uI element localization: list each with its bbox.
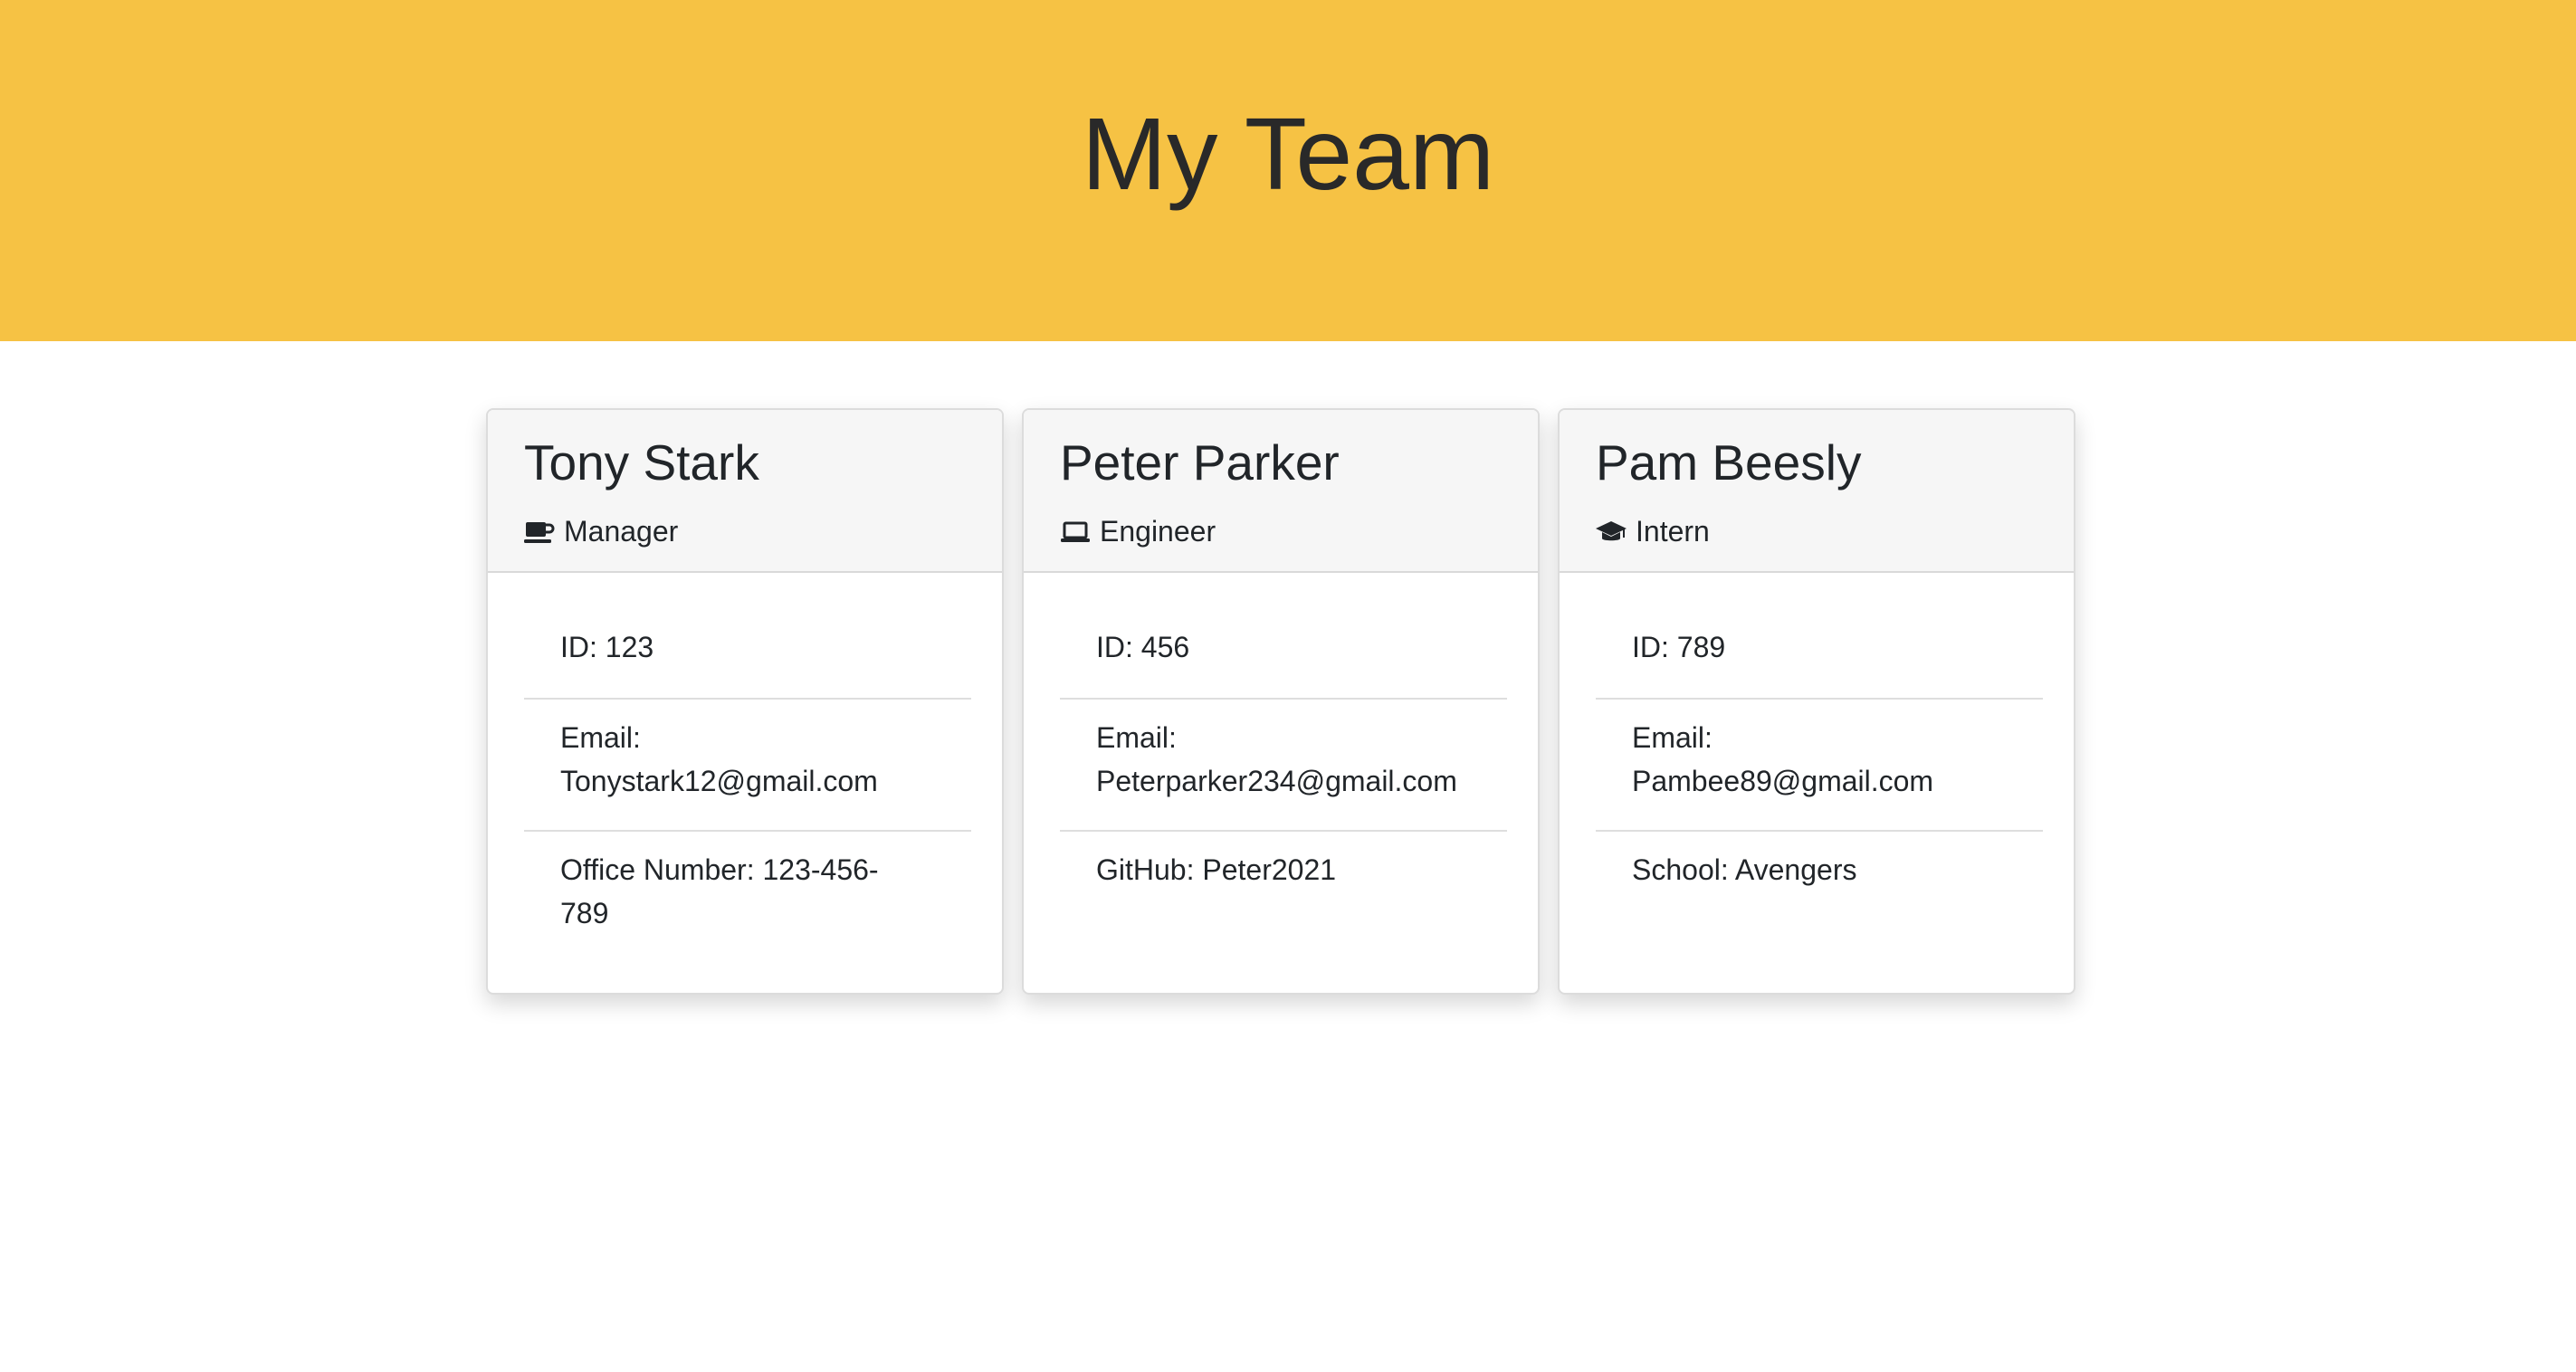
list-item: ID: 456 xyxy=(1060,609,1507,700)
email-label: Email: xyxy=(560,721,641,754)
list-item: Office Number: 123-456- 789 xyxy=(524,832,971,949)
github-username[interactable]: GitHub: Peter2021 xyxy=(1096,848,1471,891)
email-label: Email: xyxy=(1632,721,1713,754)
list-item: School: Avengers xyxy=(1596,832,2043,949)
graduation-cap-icon xyxy=(1596,519,1627,546)
employee-email[interactable]: Tonystark12@gmail.com xyxy=(560,759,935,803)
employee-card: Pam Beesly Intern ID: 789 Email: Pambee8… xyxy=(1558,408,2075,995)
employee-id: ID: 789 xyxy=(1632,631,1726,663)
coffee-mug-icon xyxy=(524,519,555,546)
list-item: ID: 789 xyxy=(1596,609,2043,700)
employee-card: Peter Parker Engineer ID: 456 Email: Pet… xyxy=(1022,408,1540,995)
employee-id: ID: 456 xyxy=(1096,631,1190,663)
card-header: Pam Beesly Intern xyxy=(1560,410,2074,573)
employee-card: Tony Stark Manager ID: 123 Email: Tonyst… xyxy=(486,408,1004,995)
employee-role: Manager xyxy=(524,515,678,548)
card-body: ID: 123 Email: Tonystark12@gmail.com Off… xyxy=(524,609,971,949)
school-name: School: Avengers xyxy=(1632,853,1857,886)
card-header: Peter Parker Engineer xyxy=(1024,410,1538,573)
role-label: Intern xyxy=(1636,515,1710,548)
list-item: Email: Tonystark12@gmail.com xyxy=(524,700,971,832)
list-item: Email: Peterparker234@gmail.com xyxy=(1060,700,1507,832)
card-body: ID: 456 Email: Peterparker234@gmail.com … xyxy=(1060,609,1507,949)
page-header: My Team xyxy=(0,0,2576,341)
employee-name: Tony Stark xyxy=(524,434,759,491)
list-item: ID: 123 xyxy=(524,609,971,700)
role-label: Manager xyxy=(564,515,679,548)
list-item: GitHub: Peter2021 xyxy=(1060,832,1507,949)
list-item: Email: Pambee89@gmail.com xyxy=(1596,700,2043,832)
office-number: Office Number: 123-456- xyxy=(560,853,879,886)
employee-name: Pam Beesly xyxy=(1596,434,1862,491)
employee-name: Peter Parker xyxy=(1060,434,1340,491)
page-title: My Team xyxy=(1081,97,1495,211)
email-label: Email: xyxy=(1096,721,1177,754)
office-number-continued: 789 xyxy=(560,897,609,929)
employee-email[interactable]: Pambee89@gmail.com xyxy=(1632,759,2007,803)
laptop-icon xyxy=(1060,519,1091,546)
employee-role: Engineer xyxy=(1060,515,1216,548)
employee-id: ID: 123 xyxy=(560,631,654,663)
card-body: ID: 789 Email: Pambee89@gmail.com School… xyxy=(1596,609,2043,949)
role-label: Engineer xyxy=(1100,515,1216,548)
employee-role: Intern xyxy=(1596,515,1710,548)
employee-email[interactable]: Peterparker234@gmail.com xyxy=(1096,759,1471,803)
card-header: Tony Stark Manager xyxy=(488,410,1002,573)
